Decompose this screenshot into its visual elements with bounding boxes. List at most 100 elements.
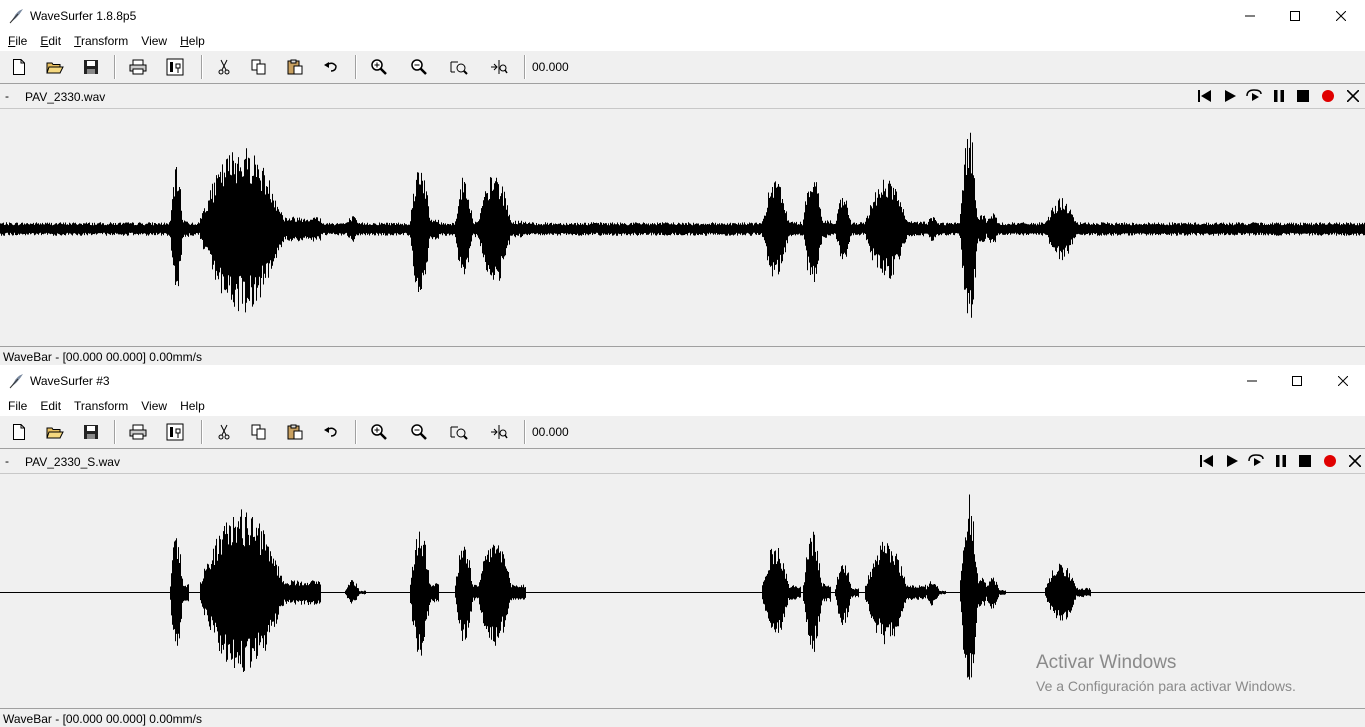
paste-button[interactable]: [285, 57, 305, 77]
feather-icon: [9, 374, 23, 389]
maximize-icon: [1292, 376, 1302, 386]
paste-button[interactable]: [285, 422, 305, 442]
close-sound-button[interactable]: [1344, 88, 1362, 104]
menu-transform[interactable]: Transform: [70, 397, 132, 415]
zoom-out-button[interactable]: [409, 422, 429, 442]
menu-bar: File Edit Transform View Help: [0, 32, 1365, 50]
undo-button[interactable]: [321, 57, 341, 77]
feather-icon: [9, 9, 23, 24]
save-button[interactable]: [81, 57, 101, 77]
menu-transform[interactable]: Transform: [70, 32, 132, 50]
save-button[interactable]: [81, 422, 101, 442]
menu-help[interactable]: Help: [176, 32, 209, 50]
menu-file-label: ile: [15, 34, 28, 48]
pause-button[interactable]: [1270, 88, 1288, 104]
properties-icon: [166, 58, 184, 76]
print-button[interactable]: [128, 422, 148, 442]
cut-button[interactable]: [214, 422, 234, 442]
maximize-button[interactable]: [1272, 0, 1318, 32]
properties-button[interactable]: [165, 422, 185, 442]
zoom-selection-button[interactable]: [489, 57, 509, 77]
zoom-fit-icon: [450, 61, 468, 75]
new-button[interactable]: [9, 422, 29, 442]
waveform: [0, 132, 1365, 318]
save-icon: [84, 425, 98, 439]
menu-file[interactable]: File: [4, 32, 31, 50]
close-icon: [1347, 90, 1359, 102]
menu-edit[interactable]: Edit: [36, 32, 65, 50]
new-file-icon: [13, 424, 25, 440]
stop-button[interactable]: [1294, 88, 1312, 104]
new-file-icon: [13, 59, 25, 75]
close-window-button[interactable]: [1320, 365, 1365, 397]
maximize-button[interactable]: [1274, 365, 1320, 397]
copy-button[interactable]: [249, 57, 269, 77]
paste-icon: [287, 424, 303, 440]
cut-icon: [218, 59, 230, 75]
loop-play-button[interactable]: [1245, 88, 1263, 104]
windows-activation-watermark: Activar Windows Ve a Configuración para …: [1036, 652, 1296, 694]
zoom-in-icon: [371, 59, 387, 75]
time-display: 00.000: [532, 60, 569, 74]
close-window-button[interactable]: [1318, 0, 1364, 32]
title-bar[interactable]: WaveSurfer #3: [0, 365, 1365, 397]
cut-icon: [218, 424, 230, 440]
properties-button[interactable]: [165, 57, 185, 77]
collapse-toggle[interactable]: -: [5, 454, 9, 468]
watermark-title: Activar Windows: [1036, 652, 1177, 673]
play-icon: [1225, 90, 1236, 102]
stop-icon: [1297, 90, 1309, 102]
skip-to-start-icon: [1198, 90, 1211, 102]
record-button[interactable]: [1321, 453, 1339, 469]
title-bar[interactable]: WaveSurfer 1.8.8p5: [0, 0, 1365, 32]
sound-panel-header: - PAV_2330_S.wav: [0, 449, 1365, 473]
waveform-view[interactable]: [0, 108, 1365, 347]
stop-icon: [1299, 455, 1311, 467]
menu-view[interactable]: View: [137, 32, 171, 50]
zoom-in-icon: [371, 424, 387, 440]
minimize-button[interactable]: [1229, 365, 1275, 397]
open-button[interactable]: [45, 422, 65, 442]
cut-button[interactable]: [214, 57, 234, 77]
zoom-selection-button[interactable]: [489, 422, 509, 442]
close-icon: [1338, 376, 1348, 386]
zoom-fit-button[interactable]: [449, 57, 469, 77]
undo-icon: [324, 62, 337, 72]
watermark-subtitle: Ve a Configuración para activar Windows.: [1036, 678, 1296, 694]
zoom-fit-button[interactable]: [449, 422, 469, 442]
open-folder-icon: [46, 62, 64, 74]
play-button[interactable]: [1221, 88, 1239, 104]
rewind-button[interactable]: [1196, 88, 1214, 104]
copy-icon: [251, 59, 266, 75]
toolbar: 00.000: [0, 50, 1365, 84]
menu-file[interactable]: File: [4, 397, 31, 415]
minimize-button[interactable]: [1227, 0, 1273, 32]
collapse-toggle[interactable]: -: [5, 89, 9, 103]
zoom-selection-icon: [491, 60, 508, 74]
zoom-out-button[interactable]: [409, 57, 429, 77]
menu-bar: File Edit Transform View Help: [0, 397, 1365, 415]
menu-edit[interactable]: Edit: [36, 397, 65, 415]
open-button[interactable]: [45, 57, 65, 77]
pause-button[interactable]: [1272, 453, 1290, 469]
print-button[interactable]: [128, 57, 148, 77]
menu-help[interactable]: Help: [176, 397, 209, 415]
play-button[interactable]: [1223, 453, 1241, 469]
loop-play-button[interactable]: [1247, 453, 1265, 469]
status-bar: WaveBar - [00.000 00.000] 0.00mm/s: [0, 708, 1365, 727]
close-sound-button[interactable]: [1346, 453, 1364, 469]
rewind-button[interactable]: [1198, 453, 1216, 469]
menu-transform-accelerator: T: [74, 34, 81, 48]
stop-button[interactable]: [1296, 453, 1314, 469]
zoom-in-button[interactable]: [369, 422, 389, 442]
undo-button[interactable]: [321, 422, 341, 442]
record-button[interactable]: [1319, 88, 1337, 104]
status-text: WaveBar - [00.000 00.000] 0.00mm/s: [3, 712, 202, 726]
new-button[interactable]: [9, 57, 29, 77]
pause-icon: [1274, 90, 1284, 102]
status-bar: WaveBar - [00.000 00.000] 0.00mm/s: [0, 346, 1365, 365]
copy-button[interactable]: [249, 422, 269, 442]
zoom-in-button[interactable]: [369, 57, 389, 77]
loop-play-icon: [1248, 454, 1264, 466]
menu-view[interactable]: View: [137, 397, 171, 415]
